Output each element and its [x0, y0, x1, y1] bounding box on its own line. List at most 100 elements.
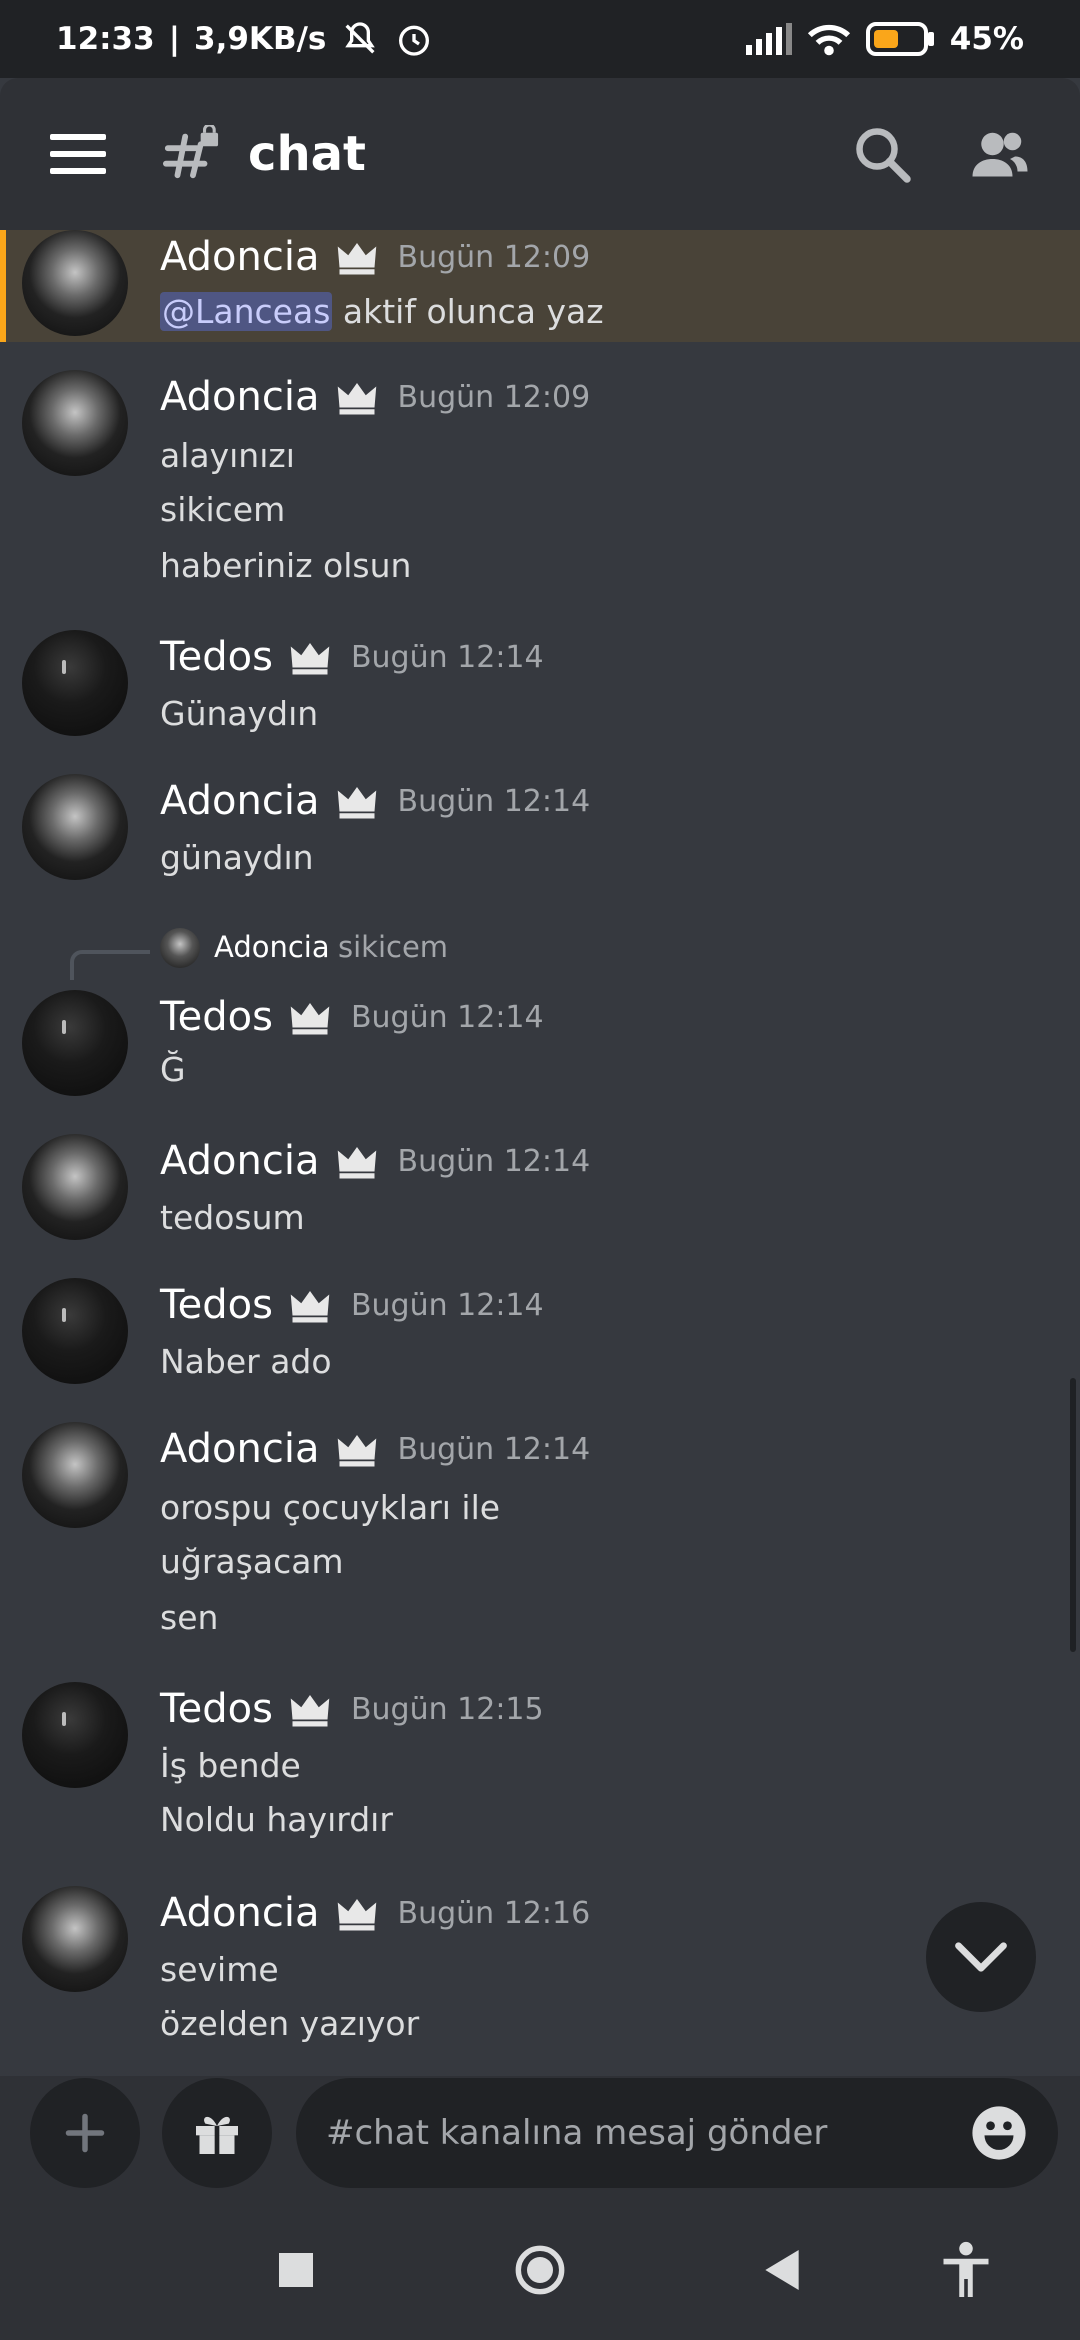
- crown-icon: [290, 1291, 330, 1323]
- back-triangle-icon: [765, 2250, 799, 2290]
- avatar[interactable]: [22, 774, 128, 880]
- message-item[interactable]: Tedos Bugün 12:14 Günaydın: [0, 630, 1080, 760]
- channel-header: chat: [0, 78, 1080, 230]
- avatar[interactable]: [22, 1134, 128, 1240]
- message-time: Bugün 12:15: [350, 1691, 544, 1727]
- status-separator: |: [168, 21, 181, 57]
- message-line: sen: [160, 1598, 219, 1637]
- hamburger-icon[interactable]: [50, 134, 106, 174]
- username[interactable]: Tedos: [160, 1282, 273, 1328]
- recent-apps-button[interactable]: [266, 2240, 326, 2300]
- message-item[interactable]: Adoncia Bugün 12:09 @Lanceas aktif olunc…: [0, 230, 1080, 342]
- crown-icon: [337, 1435, 376, 1467]
- message-time: Bugün 12:14: [397, 783, 591, 819]
- message-text: @Lanceas aktif olunca yaz: [160, 292, 604, 331]
- crown-icon: [337, 787, 376, 819]
- message-time: Bugün 12:09: [397, 239, 591, 275]
- message-line: Ğ: [160, 1050, 186, 1089]
- message-line: Noldu hayırdır: [160, 1800, 393, 1839]
- message-item[interactable]: Adoncia Bugün 12:09 alayınızı sikicem ha…: [0, 370, 1080, 630]
- message-input-wrapper[interactable]: [296, 2078, 1058, 2188]
- reply-preview[interactable]: Adoncia sikicem: [0, 928, 1080, 980]
- avatar[interactable]: [22, 370, 128, 476]
- page-title: chat: [248, 126, 366, 182]
- username[interactable]: Tedos: [160, 994, 273, 1040]
- username[interactable]: Tedos: [160, 634, 273, 680]
- message-line: özelden yazıyor: [160, 2004, 420, 2043]
- search-icon[interactable]: [852, 124, 912, 184]
- home-button[interactable]: [510, 2240, 570, 2300]
- avatar[interactable]: [22, 1422, 128, 1528]
- message-line: tedosum: [160, 1198, 305, 1237]
- scrollbar[interactable]: [1070, 1378, 1076, 1652]
- accessibility-icon: [943, 2241, 989, 2297]
- home-circle-icon: [515, 2245, 565, 2295]
- message-line: sevime: [160, 1950, 279, 1989]
- username[interactable]: Adoncia: [160, 1426, 320, 1472]
- accessibility-button[interactable]: [936, 2240, 996, 2300]
- message-line: alayınızı: [160, 436, 295, 475]
- message-line: haberiniz olsun: [160, 546, 412, 585]
- crown-icon: [337, 383, 376, 415]
- message-item[interactable]: Adoncia Bugün 12:14 tedosum: [0, 1134, 1080, 1254]
- message-line: sikicem: [160, 490, 286, 529]
- message-item[interactable]: Adoncia Bugün 12:16 sevime özelden yazıy…: [0, 1886, 1080, 2076]
- status-bar: 12:33 | 3,9KB/s 45%: [0, 0, 1080, 78]
- message-item[interactable]: Tedos Bugün 12:14 Naber ado: [0, 1278, 1080, 1398]
- message-time: Bugün 12:14: [350, 1287, 544, 1323]
- add-attachment-button[interactable]: [30, 2078, 140, 2188]
- message-item[interactable]: Tedos Bugün 12:14 Ğ: [0, 990, 1080, 1110]
- username[interactable]: Adoncia: [160, 374, 320, 420]
- username[interactable]: Adoncia: [160, 234, 320, 280]
- avatar[interactable]: [22, 1682, 128, 1788]
- mute-bell-icon: [345, 22, 376, 54]
- username[interactable]: Adoncia: [160, 778, 320, 824]
- message-line: uğraşacam: [160, 1542, 344, 1581]
- reply-text[interactable]: sikicem: [338, 930, 448, 964]
- message-time: Bugün 12:14: [397, 1431, 591, 1467]
- avatar[interactable]: [22, 630, 128, 736]
- message-time: Bugün 12:14: [397, 1143, 591, 1179]
- plus-icon: [65, 2113, 105, 2153]
- chevron-down-icon: [955, 1942, 1007, 1972]
- status-speed: 3,9KB/s: [194, 21, 327, 57]
- message-item[interactable]: Adoncia Bugün 12:14 günaydın: [0, 774, 1080, 894]
- status-time: 12:33: [56, 21, 155, 57]
- avatar[interactable]: [22, 1278, 128, 1384]
- username[interactable]: Adoncia: [160, 1138, 320, 1184]
- message-time: Bugün 12:09: [397, 379, 591, 415]
- battery-icon: [865, 22, 934, 56]
- message-item[interactable]: Adoncia Bugün 12:14 orospu çocuykları il…: [0, 1422, 1080, 1662]
- message-item[interactable]: Tedos Bugün 12:15 İş bende Noldu hayırdı…: [0, 1682, 1080, 1862]
- user-mention[interactable]: @Lanceas: [160, 292, 333, 331]
- locked-hashtag-icon: [162, 125, 219, 179]
- gift-icon: [196, 2116, 238, 2154]
- reply-connector: [70, 950, 150, 980]
- message-list[interactable]: Adoncia Bugün 12:09 @Lanceas aktif olunc…: [0, 230, 1080, 2076]
- alarm-icon: [399, 25, 430, 56]
- message-time: Bugün 12:14: [350, 639, 544, 675]
- avatar[interactable]: [22, 1886, 128, 1992]
- battery-percent: 45%: [949, 21, 1024, 57]
- square-icon: [279, 2253, 313, 2287]
- message-input[interactable]: [326, 2113, 970, 2153]
- crown-icon: [337, 1147, 376, 1179]
- username[interactable]: Tedos: [160, 1686, 273, 1732]
- avatar[interactable]: [22, 990, 128, 1096]
- crown-icon: [290, 1695, 330, 1727]
- emoji-icon[interactable]: [970, 2104, 1028, 2162]
- back-button[interactable]: [752, 2240, 812, 2300]
- username[interactable]: Adoncia: [160, 1890, 320, 1936]
- message-line: orospu çocuykları ile: [160, 1488, 501, 1527]
- message-line: aktif olunca yaz: [342, 292, 604, 331]
- members-icon[interactable]: [970, 124, 1030, 184]
- reply-avatar: [160, 928, 200, 968]
- gift-button[interactable]: [162, 2078, 272, 2188]
- message-line: İş bende: [160, 1746, 301, 1785]
- avatar[interactable]: [22, 230, 128, 336]
- crown-icon: [337, 1899, 376, 1931]
- reply-username[interactable]: Adoncia: [214, 930, 330, 964]
- jump-to-bottom-button[interactable]: [926, 1902, 1036, 2012]
- message-line: Günaydın: [160, 694, 319, 733]
- crown-icon: [290, 1003, 330, 1035]
